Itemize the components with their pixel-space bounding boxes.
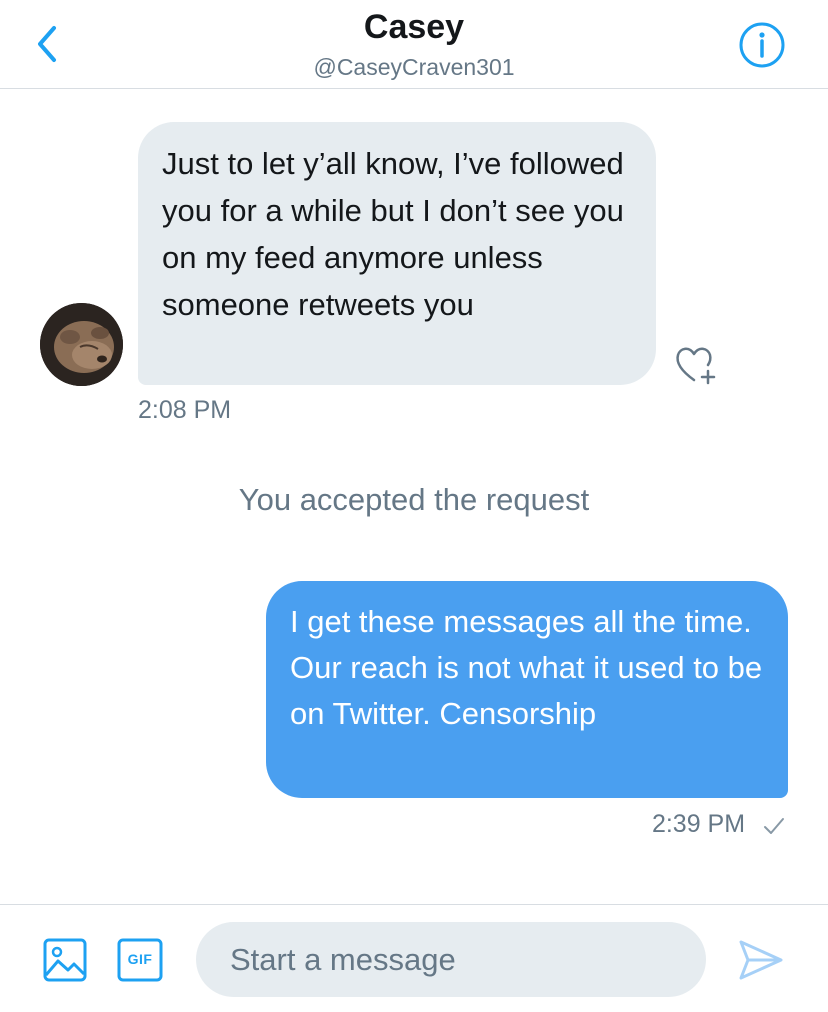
request-accepted-notice: You accepted the request	[238, 482, 590, 517]
like-message-button[interactable]	[672, 342, 720, 386]
add-photo-button[interactable]	[42, 937, 88, 983]
outgoing-time-label: 2:39 PM	[651, 810, 746, 838]
add-gif-button[interactable]: GIF	[116, 937, 164, 983]
incoming-message-time: 2:08 PM	[138, 396, 232, 424]
image-icon	[43, 938, 87, 982]
send-button[interactable]	[736, 937, 786, 983]
conversation-header: Casey @CaseyCraven301	[0, 0, 828, 89]
avatar[interactable]	[40, 303, 123, 386]
message-input[interactable]	[196, 922, 706, 997]
send-icon	[739, 940, 783, 980]
message-composer: GIF	[0, 904, 828, 1012]
info-button[interactable]	[738, 21, 786, 69]
gif-label: GIF	[127, 951, 153, 967]
conversation-handle: @CaseyCraven301	[313, 54, 515, 80]
info-circle-icon	[739, 22, 785, 68]
checkmark-icon	[764, 818, 784, 834]
conversation-title: Casey	[363, 8, 465, 46]
heart-plus-icon	[676, 347, 716, 385]
dog-avatar-image	[40, 303, 123, 386]
outgoing-message-bubble[interactable]: I get these messages all the time. Our r…	[266, 581, 788, 798]
incoming-message-bubble[interactable]: Just to let y’all know, I’ve followed yo…	[138, 122, 656, 385]
